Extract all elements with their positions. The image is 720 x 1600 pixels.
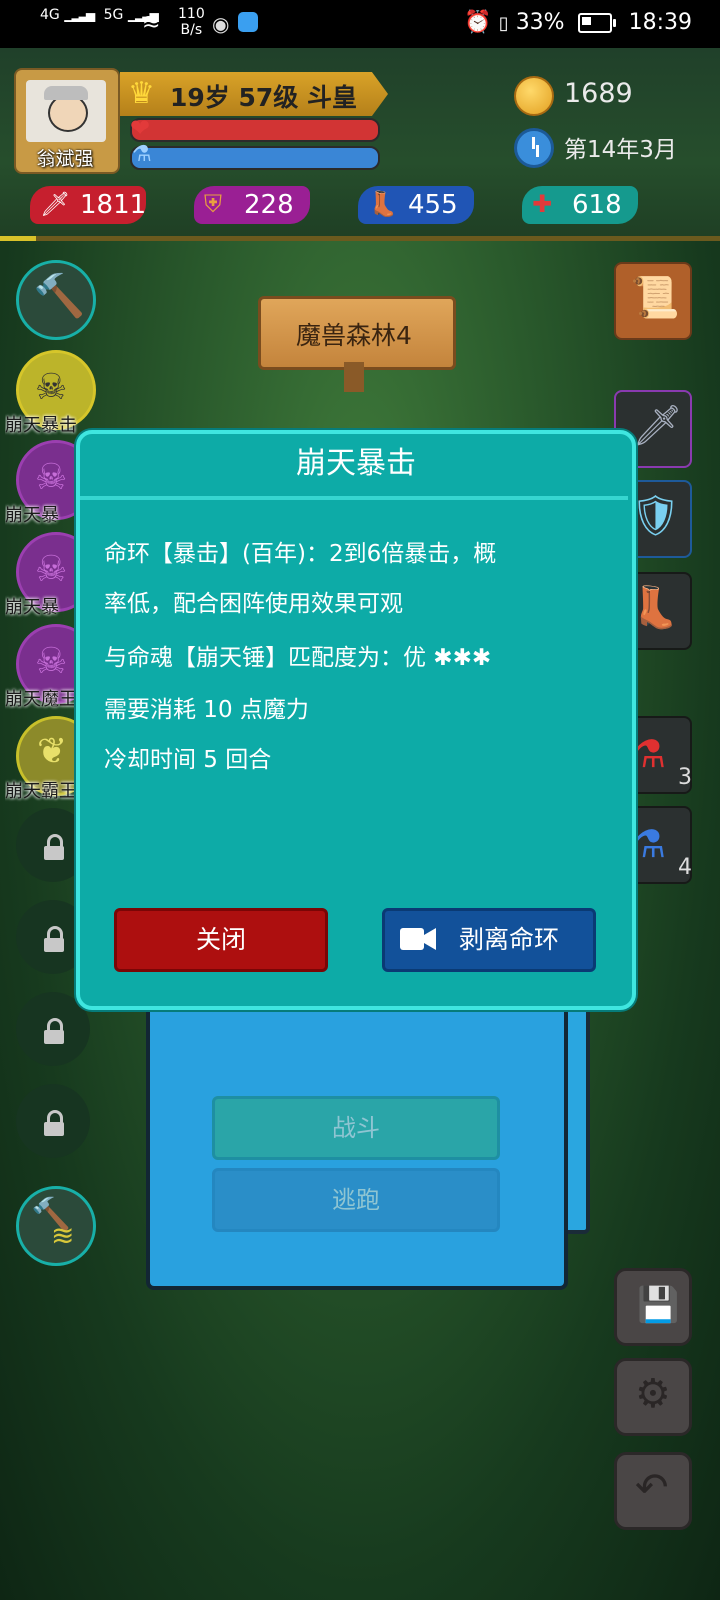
strip-ring-label: 剥离命环 [459, 925, 560, 954]
mp-bar [130, 146, 380, 170]
boot-icon: 👢 [368, 190, 398, 218]
heart-cross-icon: ✚ [532, 190, 553, 218]
mana-flask-icon: ⚗ [132, 142, 152, 167]
network-speed: 110 B/s [178, 6, 205, 38]
clock-time: 18:39 [628, 10, 692, 35]
dialog-text-line: 冷却时间 5 回合 [104, 747, 272, 773]
app-icon [238, 12, 258, 32]
dialog-text-line: 率低，配合困阵使用效果可观 [104, 591, 403, 617]
status-right: ⏰ ▯ 33% 18:39 [464, 10, 692, 35]
gear-icon: ⚙ [635, 1371, 671, 1417]
back-icon: ↶ [635, 1465, 669, 1511]
skull-icon: ☠ [35, 457, 68, 498]
coin-count: 1689 [564, 78, 633, 109]
skull-icon: ☠ [35, 549, 68, 590]
crown-icon: ♛ [128, 76, 155, 111]
coil-icon: ≋ [51, 1219, 75, 1252]
status-bar: 4G ▁▂▃▅ 5G ▁▂▃▅ 110 B/s ≋ ◉ ⏰ ▯ 33% 18:3… [0, 0, 720, 48]
save-button[interactable]: 💾 [614, 1268, 692, 1346]
armor-icon: 🛡 [630, 493, 681, 539]
flee-button[interactable]: 逃跑 [212, 1168, 500, 1232]
skill-slot-weapon[interactable]: 🔨 [16, 260, 96, 340]
leaf-icon: ❦ [37, 731, 68, 772]
dialog-title: 崩天暴击 [296, 446, 416, 481]
red-potion-icon: ⚗ [632, 732, 667, 776]
sign-post [344, 362, 364, 392]
heart-icon: ❤ [130, 114, 151, 142]
defense-stat: ⛨ 228 [194, 186, 314, 224]
speed-stat: 👢 455 [358, 186, 478, 224]
wifi-icon: ≋ [142, 10, 161, 35]
dialog-text-line: 与命魂【崩天锤】匹配度为：优 ✱✱✱ [104, 645, 492, 671]
shield-icon: ⛨ [204, 190, 222, 218]
map-scroll-icon: 📜 [630, 275, 680, 321]
weapon-icon: 🗡 [632, 403, 683, 449]
map-scroll-button[interactable]: 📜 [614, 262, 692, 340]
locked-slot-4[interactable] [16, 1084, 90, 1158]
hud-divider [0, 236, 720, 241]
dialog-text-line: 需要消耗 10 点魔力 [104, 697, 309, 723]
sword-icon: 🗡 [40, 190, 71, 218]
camera-icon [400, 928, 436, 950]
settings-button[interactable]: ⚙ [614, 1358, 692, 1436]
health-stat: ✚ 618 [522, 186, 642, 224]
save-icon: 💾 [637, 1285, 680, 1325]
attack-stat: 🗡 1811 [30, 186, 150, 224]
game-date: 第14年3月 [564, 137, 677, 163]
strip-ring-button[interactable]: 剥离命环 [382, 908, 596, 972]
close-button[interactable]: 关闭 [114, 908, 328, 972]
battery-percent: 33% [515, 10, 565, 35]
dialog-divider [80, 496, 628, 500]
skill-slot-1[interactable]: ☠ 崩天暴击 [5, 350, 96, 436]
signal-info: 4G ▁▂▃▅ 5G ▁▂▃▅ [40, 7, 159, 23]
vibrate-icon: ▯ [498, 13, 509, 34]
player-title: 19岁 57级 斗皇 [170, 83, 357, 112]
hammer-icon: 🔨 [33, 271, 86, 320]
battery-icon [577, 13, 616, 33]
location-name: 魔兽森林4 [296, 321, 412, 350]
skull-icon: ☠ [35, 367, 68, 408]
skill-slot-soul[interactable]: 🔨 ≋ [16, 1186, 96, 1266]
dialog-text-line: 命环【暴击】(百年)：2到6倍暴击，概 [104, 541, 497, 567]
fight-button[interactable]: 战斗 [212, 1096, 500, 1160]
coin-icon [514, 76, 554, 116]
clock-icon [514, 128, 554, 168]
alarm-icon: ⏰ [464, 10, 492, 35]
player-name: 翁斌强 [36, 148, 94, 170]
blue-potion-icon: ⚗ [632, 822, 667, 866]
boots-item-icon: 👢 [630, 585, 680, 631]
wechat-icon: ◉ [212, 12, 230, 36]
hp-bar [130, 118, 380, 142]
back-button[interactable]: ↶ [614, 1452, 692, 1530]
skull-icon: ☠ [35, 641, 68, 682]
